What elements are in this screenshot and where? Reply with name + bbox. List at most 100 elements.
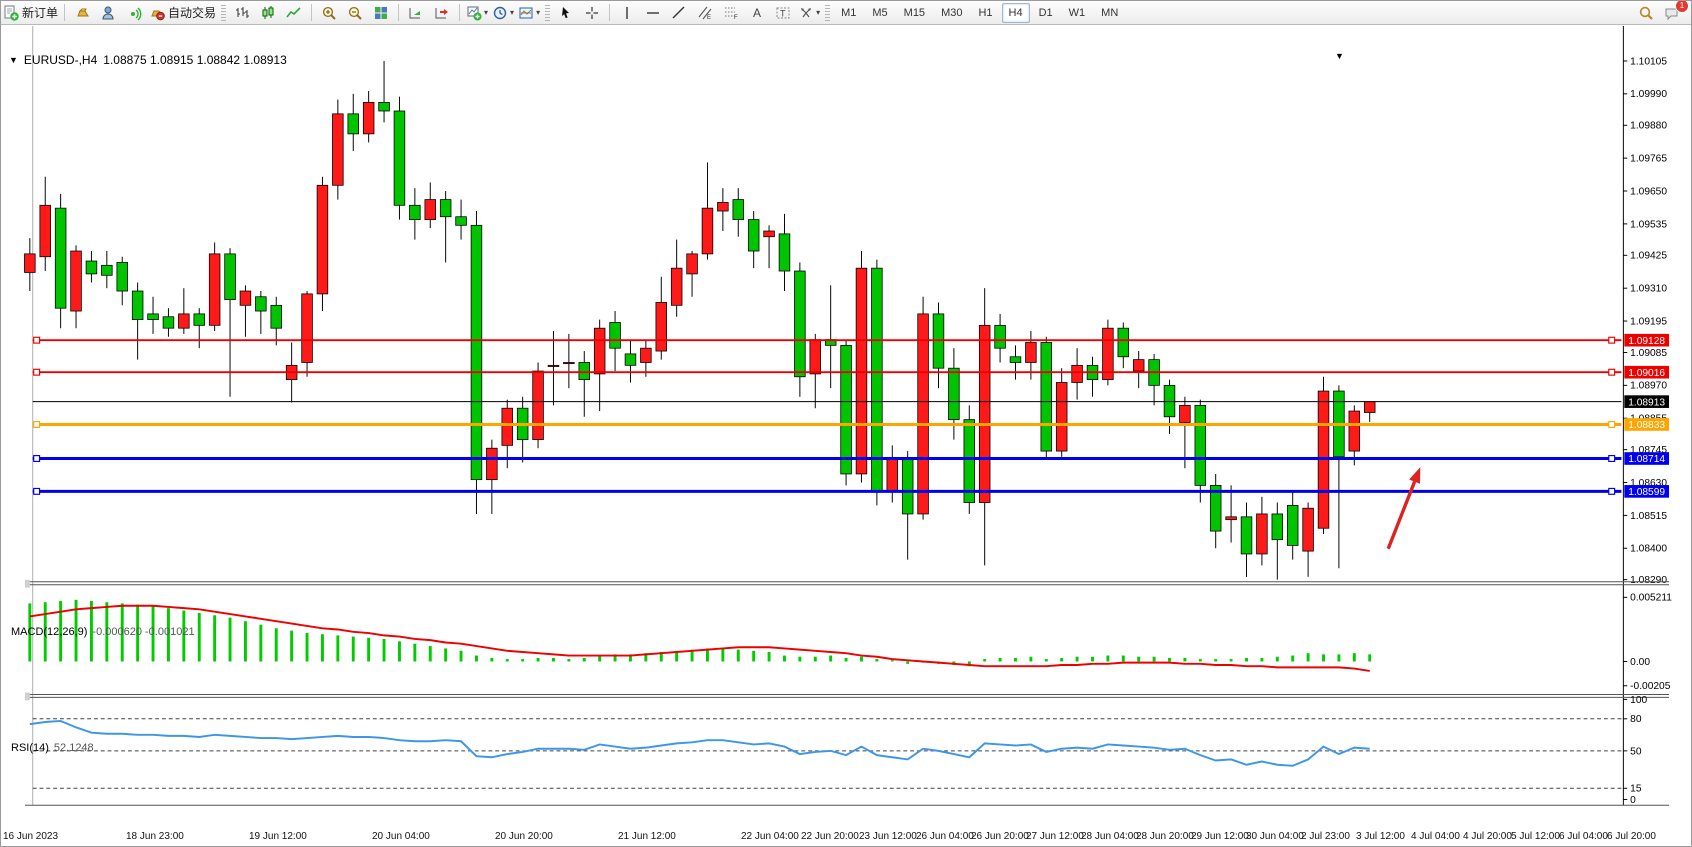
candle bbox=[40, 205, 51, 256]
toolbar-separator bbox=[609, 4, 610, 21]
svg-text:F: F bbox=[734, 15, 738, 21]
candle bbox=[995, 325, 1006, 348]
svg-text:1.08833: 1.08833 bbox=[1628, 420, 1665, 431]
toolbar-grip[interactable] bbox=[221, 5, 226, 21]
cursor-button[interactable] bbox=[554, 2, 578, 24]
vline-icon bbox=[619, 5, 635, 21]
line-handle bbox=[34, 337, 40, 343]
toolbar-grip[interactable] bbox=[545, 5, 550, 21]
autotrade-button-label: 自动交易 bbox=[168, 4, 216, 21]
bar-chart-button[interactable] bbox=[230, 2, 254, 24]
timeframe-button-MN[interactable]: MN bbox=[1094, 3, 1125, 23]
candle-chart-icon bbox=[260, 5, 276, 21]
signals-button[interactable] bbox=[122, 2, 146, 24]
line-chart-button[interactable] bbox=[282, 2, 306, 24]
new-order-button[interactable]: 新订单 bbox=[2, 2, 59, 24]
line-handle bbox=[1609, 337, 1615, 343]
timeframe-button-H1[interactable]: H1 bbox=[971, 3, 999, 23]
time-label: 16 Jun 2023 bbox=[3, 831, 58, 842]
candle bbox=[71, 251, 82, 311]
trendline-icon bbox=[671, 5, 687, 21]
svg-text:1.08970: 1.08970 bbox=[1630, 381, 1667, 392]
crosshair-button[interactable] bbox=[580, 2, 604, 24]
timeframe-button-H4[interactable]: H4 bbox=[1002, 3, 1030, 23]
candle bbox=[733, 200, 744, 220]
dropdown-arrow-icon[interactable]: ▾ bbox=[510, 8, 514, 17]
chart-shift-button[interactable] bbox=[430, 2, 454, 24]
zoom-in-button[interactable] bbox=[317, 2, 341, 24]
autotrade-icon bbox=[149, 5, 165, 21]
time-label: 22 Jun 20:00 bbox=[801, 831, 859, 842]
svg-text:1.08400: 1.08400 bbox=[1630, 544, 1667, 555]
toolbar-separator bbox=[311, 4, 312, 21]
dropdown-arrow-icon[interactable]: ▾ bbox=[484, 8, 488, 17]
candle bbox=[117, 262, 128, 291]
period-menu-button[interactable]: ▾ bbox=[491, 2, 515, 24]
pane-resize-grip[interactable] bbox=[25, 580, 30, 588]
candle bbox=[918, 314, 929, 514]
candle bbox=[101, 265, 112, 275]
main-toolbar: 新订单 自动交易 ▾ ▾ ▾ E F AT ▾ M1M5M15M30H1H4D1W1MN 1 bbox=[1, 1, 1692, 25]
new-chart-button[interactable]: ▾ bbox=[465, 2, 489, 24]
candle bbox=[410, 205, 421, 219]
candle bbox=[1226, 517, 1237, 520]
time-label: 26 Jun 20:00 bbox=[971, 831, 1029, 842]
svg-text:1.09765: 1.09765 bbox=[1630, 154, 1667, 165]
zoom-out-button[interactable] bbox=[343, 2, 367, 24]
vline-button[interactable] bbox=[615, 2, 639, 24]
timeframe-button-W1[interactable]: W1 bbox=[1062, 3, 1093, 23]
search-icon bbox=[1638, 5, 1654, 21]
candle bbox=[148, 314, 159, 320]
candle bbox=[132, 291, 143, 320]
line-handle bbox=[34, 422, 40, 428]
crosshair-icon bbox=[584, 5, 600, 21]
toolbar-grip[interactable] bbox=[825, 5, 830, 21]
autotrade-button[interactable]: 自动交易 bbox=[148, 2, 217, 24]
time-label: 29 Jun 12:00 bbox=[1191, 831, 1249, 842]
timeframe-button-M15[interactable]: M15 bbox=[897, 3, 932, 23]
time-label: 4 Jul 20:00 bbox=[1463, 831, 1512, 842]
candle bbox=[1180, 405, 1191, 422]
data-window-button[interactable] bbox=[96, 2, 120, 24]
trendline-button[interactable] bbox=[667, 2, 691, 24]
pane-resize-grip[interactable] bbox=[25, 693, 30, 701]
candle bbox=[271, 305, 282, 328]
chart-window[interactable]: 1.101051.099901.098801.097651.096501.095… bbox=[1, 24, 1692, 847]
timeframe-button-M30[interactable]: M30 bbox=[934, 3, 969, 23]
cursor-icon bbox=[558, 5, 574, 21]
symbol-dropdown-icon[interactable]: ▼ bbox=[9, 55, 18, 65]
candle bbox=[348, 114, 359, 134]
timeframe-button-D1[interactable]: D1 bbox=[1032, 3, 1060, 23]
svg-text:0.00: 0.00 bbox=[1630, 657, 1650, 668]
auto-scroll-icon bbox=[408, 5, 424, 21]
channel-button[interactable]: E bbox=[693, 2, 717, 24]
scroll-caret-icon[interactable]: ▼ bbox=[1335, 51, 1344, 61]
fibonacci-button[interactable]: F bbox=[719, 2, 743, 24]
text-button[interactable]: A bbox=[745, 2, 769, 24]
search-button[interactable] bbox=[1634, 2, 1658, 24]
dropdown-arrow-icon[interactable]: ▾ bbox=[816, 8, 820, 17]
timeframe-button-M1[interactable]: M1 bbox=[834, 3, 863, 23]
chart-canvas[interactable]: 1.101051.099901.098801.097651.096501.095… bbox=[1, 26, 1692, 847]
timeframe-button-M5[interactable]: M5 bbox=[865, 3, 894, 23]
chat-button[interactable]: 1 bbox=[1660, 2, 1684, 24]
candle bbox=[1257, 514, 1268, 554]
dropdown-arrow-icon[interactable]: ▾ bbox=[536, 8, 540, 17]
template-button[interactable]: ▾ bbox=[517, 2, 541, 24]
time-label: 21 Jun 12:00 bbox=[618, 831, 676, 842]
tile-windows-button[interactable] bbox=[369, 2, 393, 24]
channel-icon: E bbox=[697, 5, 713, 21]
hline-button[interactable] bbox=[641, 2, 665, 24]
auto-scroll-button[interactable] bbox=[404, 2, 428, 24]
arrows-button[interactable]: ▾ bbox=[797, 2, 821, 24]
candle-chart-button[interactable] bbox=[256, 2, 280, 24]
label-button[interactable]: T bbox=[771, 2, 795, 24]
svg-text:1.08913: 1.08913 bbox=[1628, 397, 1665, 408]
time-label: 26 Jun 04:00 bbox=[916, 831, 974, 842]
line-handle bbox=[1609, 369, 1615, 375]
candle bbox=[194, 314, 205, 325]
candle bbox=[86, 261, 97, 274]
time-label: 5 Jul 12:00 bbox=[1511, 831, 1560, 842]
market-watch-button[interactable] bbox=[70, 2, 94, 24]
candle bbox=[779, 234, 790, 271]
